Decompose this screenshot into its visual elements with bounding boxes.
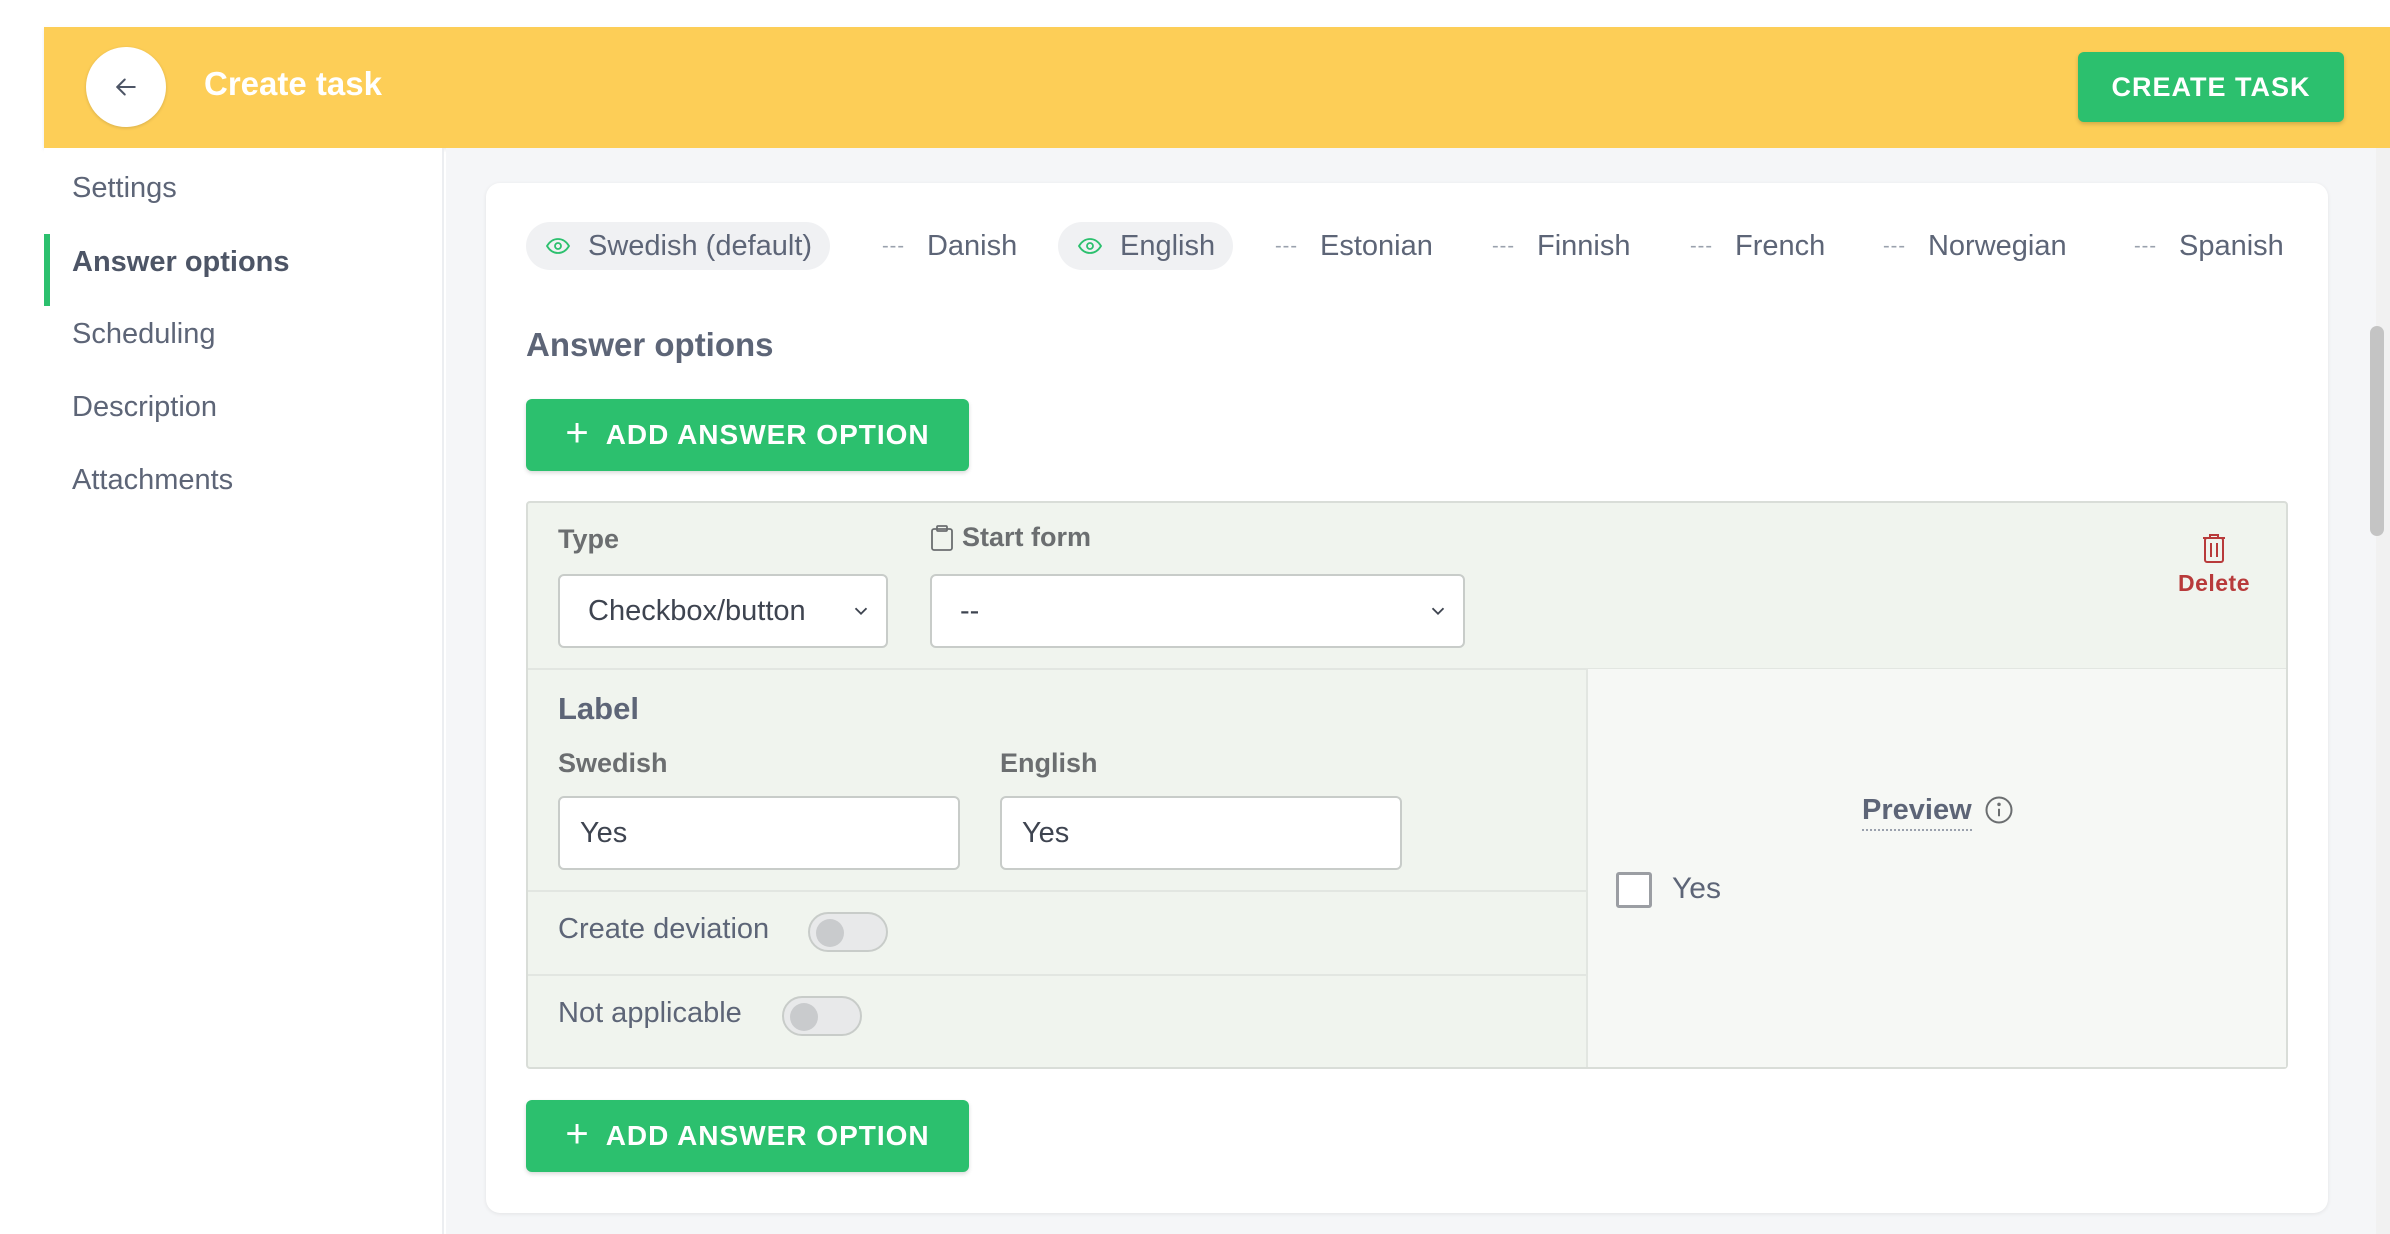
info-icon[interactable] bbox=[1984, 795, 2014, 825]
create-deviation-toggle[interactable] bbox=[808, 912, 888, 952]
type-label: Type bbox=[558, 524, 620, 554]
sidebar-item-scheduling[interactable]: Scheduling bbox=[44, 306, 444, 362]
hidden-language-icon: --- bbox=[1275, 234, 1298, 257]
scrollbar-thumb[interactable] bbox=[2370, 326, 2384, 536]
language-label: Spanish bbox=[2178, 229, 2284, 262]
language-tab-finnish[interactable]: --- Finnish bbox=[1492, 222, 1630, 270]
divider bbox=[528, 890, 1586, 892]
label-section-title: Label bbox=[558, 691, 639, 726]
sidebar-item-answer-options[interactable]: Answer options bbox=[44, 234, 444, 306]
add-answer-option-label: ADD ANSWER OPTION bbox=[605, 1120, 930, 1151]
not-applicable-toggle[interactable] bbox=[782, 996, 862, 1036]
english-label: English bbox=[1000, 748, 1098, 778]
toggle-knob bbox=[816, 919, 844, 947]
chevron-down-icon bbox=[854, 607, 868, 616]
create-deviation-label: Create deviation bbox=[558, 913, 770, 945]
language-label: Norwegian bbox=[1927, 229, 2067, 262]
eye-icon bbox=[1078, 238, 1102, 254]
page-title: Create task bbox=[204, 65, 382, 102]
toggle-knob bbox=[790, 1003, 818, 1031]
plus-icon: + bbox=[565, 410, 590, 455]
swedish-label: Swedish bbox=[558, 748, 668, 778]
delete-option-button[interactable]: Delete bbox=[2160, 532, 2268, 606]
language-tab-spanish[interactable]: --- Spanish bbox=[2134, 222, 2284, 270]
plus-icon: + bbox=[565, 1111, 590, 1156]
hidden-language-icon: --- bbox=[1690, 234, 1713, 257]
language-tab-norwegian[interactable]: --- Norwegian bbox=[1883, 222, 2067, 270]
sidebar-item-description[interactable]: Description bbox=[44, 379, 444, 435]
type-select-value: Checkbox/button bbox=[588, 594, 806, 627]
language-tab-swedish[interactable]: Swedish (default) bbox=[526, 222, 831, 270]
chevron-down-icon bbox=[1431, 607, 1445, 616]
hidden-language-icon: --- bbox=[882, 234, 905, 257]
preview-checkbox-label: Yes bbox=[1672, 872, 1721, 905]
hidden-language-icon: --- bbox=[2134, 234, 2157, 257]
swedish-label-input[interactable] bbox=[558, 796, 960, 870]
language-tab-french[interactable]: --- French bbox=[1690, 222, 1825, 270]
start-form-label: Start form bbox=[962, 522, 1092, 552]
language-label: Swedish (default) bbox=[588, 229, 813, 262]
add-answer-option-button-top[interactable]: + ADD ANSWER OPTION bbox=[526, 399, 969, 471]
eye-icon bbox=[546, 238, 570, 254]
english-label-input[interactable] bbox=[1000, 796, 1402, 870]
language-label: Finnish bbox=[1536, 229, 1631, 262]
language-label: English bbox=[1120, 229, 1216, 262]
trash-icon bbox=[2203, 534, 2225, 563]
language-label: Estonian bbox=[1319, 229, 1433, 262]
arrow-left-icon bbox=[116, 78, 136, 96]
sidebar-item-settings[interactable]: Settings bbox=[44, 160, 444, 216]
top-header: Create task CREATE TASK bbox=[44, 27, 2390, 148]
sidebar-item-attachments[interactable]: Attachments bbox=[44, 452, 444, 508]
type-select[interactable]: Checkbox/button bbox=[558, 574, 888, 648]
language-label: Danish bbox=[926, 229, 1018, 262]
not-applicable-label: Not applicable bbox=[558, 997, 742, 1029]
start-form-select[interactable]: -- bbox=[930, 574, 1465, 648]
add-answer-option-button-bottom[interactable]: + ADD ANSWER OPTION bbox=[526, 1100, 969, 1172]
start-form-label-group: Start form bbox=[930, 522, 1091, 553]
section-title: Answer options bbox=[526, 326, 774, 363]
start-form-select-value: -- bbox=[960, 594, 980, 627]
preview-title: Preview bbox=[1862, 794, 1972, 831]
sidebar: Settings Answer options Scheduling Descr… bbox=[44, 148, 444, 1234]
language-label: French bbox=[1734, 229, 1826, 262]
preview-checkbox[interactable] bbox=[1616, 872, 1652, 908]
language-tab-estonian[interactable]: --- Estonian bbox=[1275, 222, 1433, 270]
language-tab-danish[interactable]: --- Danish bbox=[882, 222, 1017, 270]
language-tab-english[interactable]: English bbox=[1058, 222, 1234, 270]
clipboard-icon bbox=[931, 524, 953, 551]
delete-label: Delete bbox=[2177, 570, 2251, 596]
hidden-language-icon: --- bbox=[1492, 234, 1515, 257]
hidden-language-icon: --- bbox=[1883, 234, 1906, 257]
add-answer-option-label: ADD ANSWER OPTION bbox=[605, 419, 930, 450]
preview-pane bbox=[1586, 669, 2286, 1067]
scrollbar-track[interactable] bbox=[2376, 148, 2390, 1234]
create-task-button[interactable]: CREATE TASK bbox=[2078, 52, 2344, 122]
back-button[interactable] bbox=[86, 47, 166, 127]
divider bbox=[528, 974, 1586, 976]
